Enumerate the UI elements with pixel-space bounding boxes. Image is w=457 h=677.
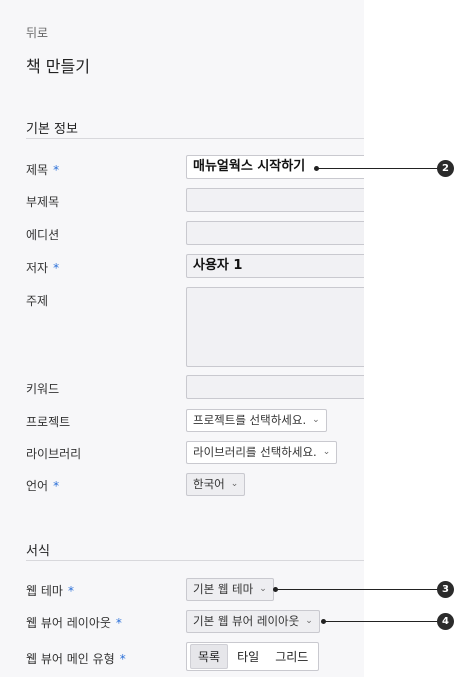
project-select-value: 프로젝트를 선택하세요. xyxy=(193,413,307,427)
required-mark: * xyxy=(53,261,60,275)
field-label-subject: 주제 xyxy=(26,294,49,308)
viewer-layout-select-value: 기본 웹 뷰어 레이아웃 xyxy=(193,614,300,628)
field-label-title: 제목 * xyxy=(26,163,60,177)
language-select-value: 한국어 xyxy=(193,477,225,491)
field-label-viewer-layout: 웹 뷰어 레이아웃 * xyxy=(26,616,122,630)
chevron-down-icon: ⌄ xyxy=(322,447,331,457)
viewer-main-type-segmented: 목록 타일 그리드 xyxy=(186,642,320,671)
project-select[interactable]: 프로젝트를 선택하세요. ⌄ xyxy=(186,409,327,432)
section-divider xyxy=(26,138,364,139)
segment-grid[interactable]: 그리드 xyxy=(268,645,315,668)
segment-tile[interactable]: 타일 xyxy=(230,645,266,668)
required-mark: * xyxy=(53,479,60,493)
web-theme-select[interactable]: 기본 웹 테마 ⌄ xyxy=(186,578,274,601)
field-label-subtitle: 부제목 xyxy=(26,195,60,209)
field-label-author: 저자 * xyxy=(26,261,60,275)
callout-badge-2: 2 xyxy=(437,160,454,177)
library-select-value: 라이브러리를 선택하세요. xyxy=(193,445,317,459)
subject-textarea[interactable] xyxy=(186,287,364,367)
section-title-basic: 기본 정보 xyxy=(26,122,78,137)
language-select[interactable]: 한국어 ⌄ xyxy=(186,473,246,496)
callout-badge-4: 4 xyxy=(437,613,454,630)
chevron-down-icon: ⌄ xyxy=(305,616,313,626)
keyword-input[interactable] xyxy=(186,375,364,399)
segment-list[interactable]: 목록 xyxy=(190,644,229,669)
required-mark: * xyxy=(67,584,74,598)
required-mark: * xyxy=(119,652,126,666)
section-divider xyxy=(26,560,364,561)
page-title: 책 만들기 xyxy=(26,57,90,76)
field-label-project: 프로젝트 xyxy=(26,415,71,429)
field-label-viewer-main-type: 웹 뷰어 메인 유형 * xyxy=(26,652,126,666)
book-create-panel: 뒤로 책 만들기 기본 정보 제목 * 매뉴얼웍스 시작하기 부제목 에디션 저자… xyxy=(0,0,364,677)
author-input[interactable]: 사용자 1 xyxy=(186,254,364,278)
chevron-down-icon: ⌄ xyxy=(259,584,267,594)
field-label-web-theme: 웹 테마 * xyxy=(26,584,74,598)
section-title-format: 서식 xyxy=(26,544,50,559)
library-select[interactable]: 라이브러리를 선택하세요. ⌄ xyxy=(186,441,338,464)
title-input[interactable]: 매뉴얼웍스 시작하기 xyxy=(186,155,364,179)
back-link[interactable]: 뒤로 xyxy=(26,24,48,41)
callout-badge-3: 3 xyxy=(437,581,454,598)
field-label-language: 언어 * xyxy=(26,479,60,493)
callout-line xyxy=(277,589,438,590)
subtitle-input[interactable] xyxy=(186,188,364,212)
field-label-library: 라이브러리 xyxy=(26,447,82,461)
field-label-keyword: 키워드 xyxy=(26,382,60,396)
required-mark: * xyxy=(115,616,122,630)
chevron-down-icon: ⌄ xyxy=(312,415,320,425)
edition-input[interactable] xyxy=(186,221,364,245)
callout-line xyxy=(325,621,438,622)
chevron-down-icon: ⌄ xyxy=(230,479,239,489)
callout-line xyxy=(318,168,438,169)
required-mark: * xyxy=(53,163,60,177)
field-label-edition: 에디션 xyxy=(26,228,60,242)
viewer-layout-select[interactable]: 기본 웹 뷰어 레이아웃 ⌄ xyxy=(186,610,320,633)
web-theme-select-value: 기본 웹 테마 xyxy=(193,582,254,596)
